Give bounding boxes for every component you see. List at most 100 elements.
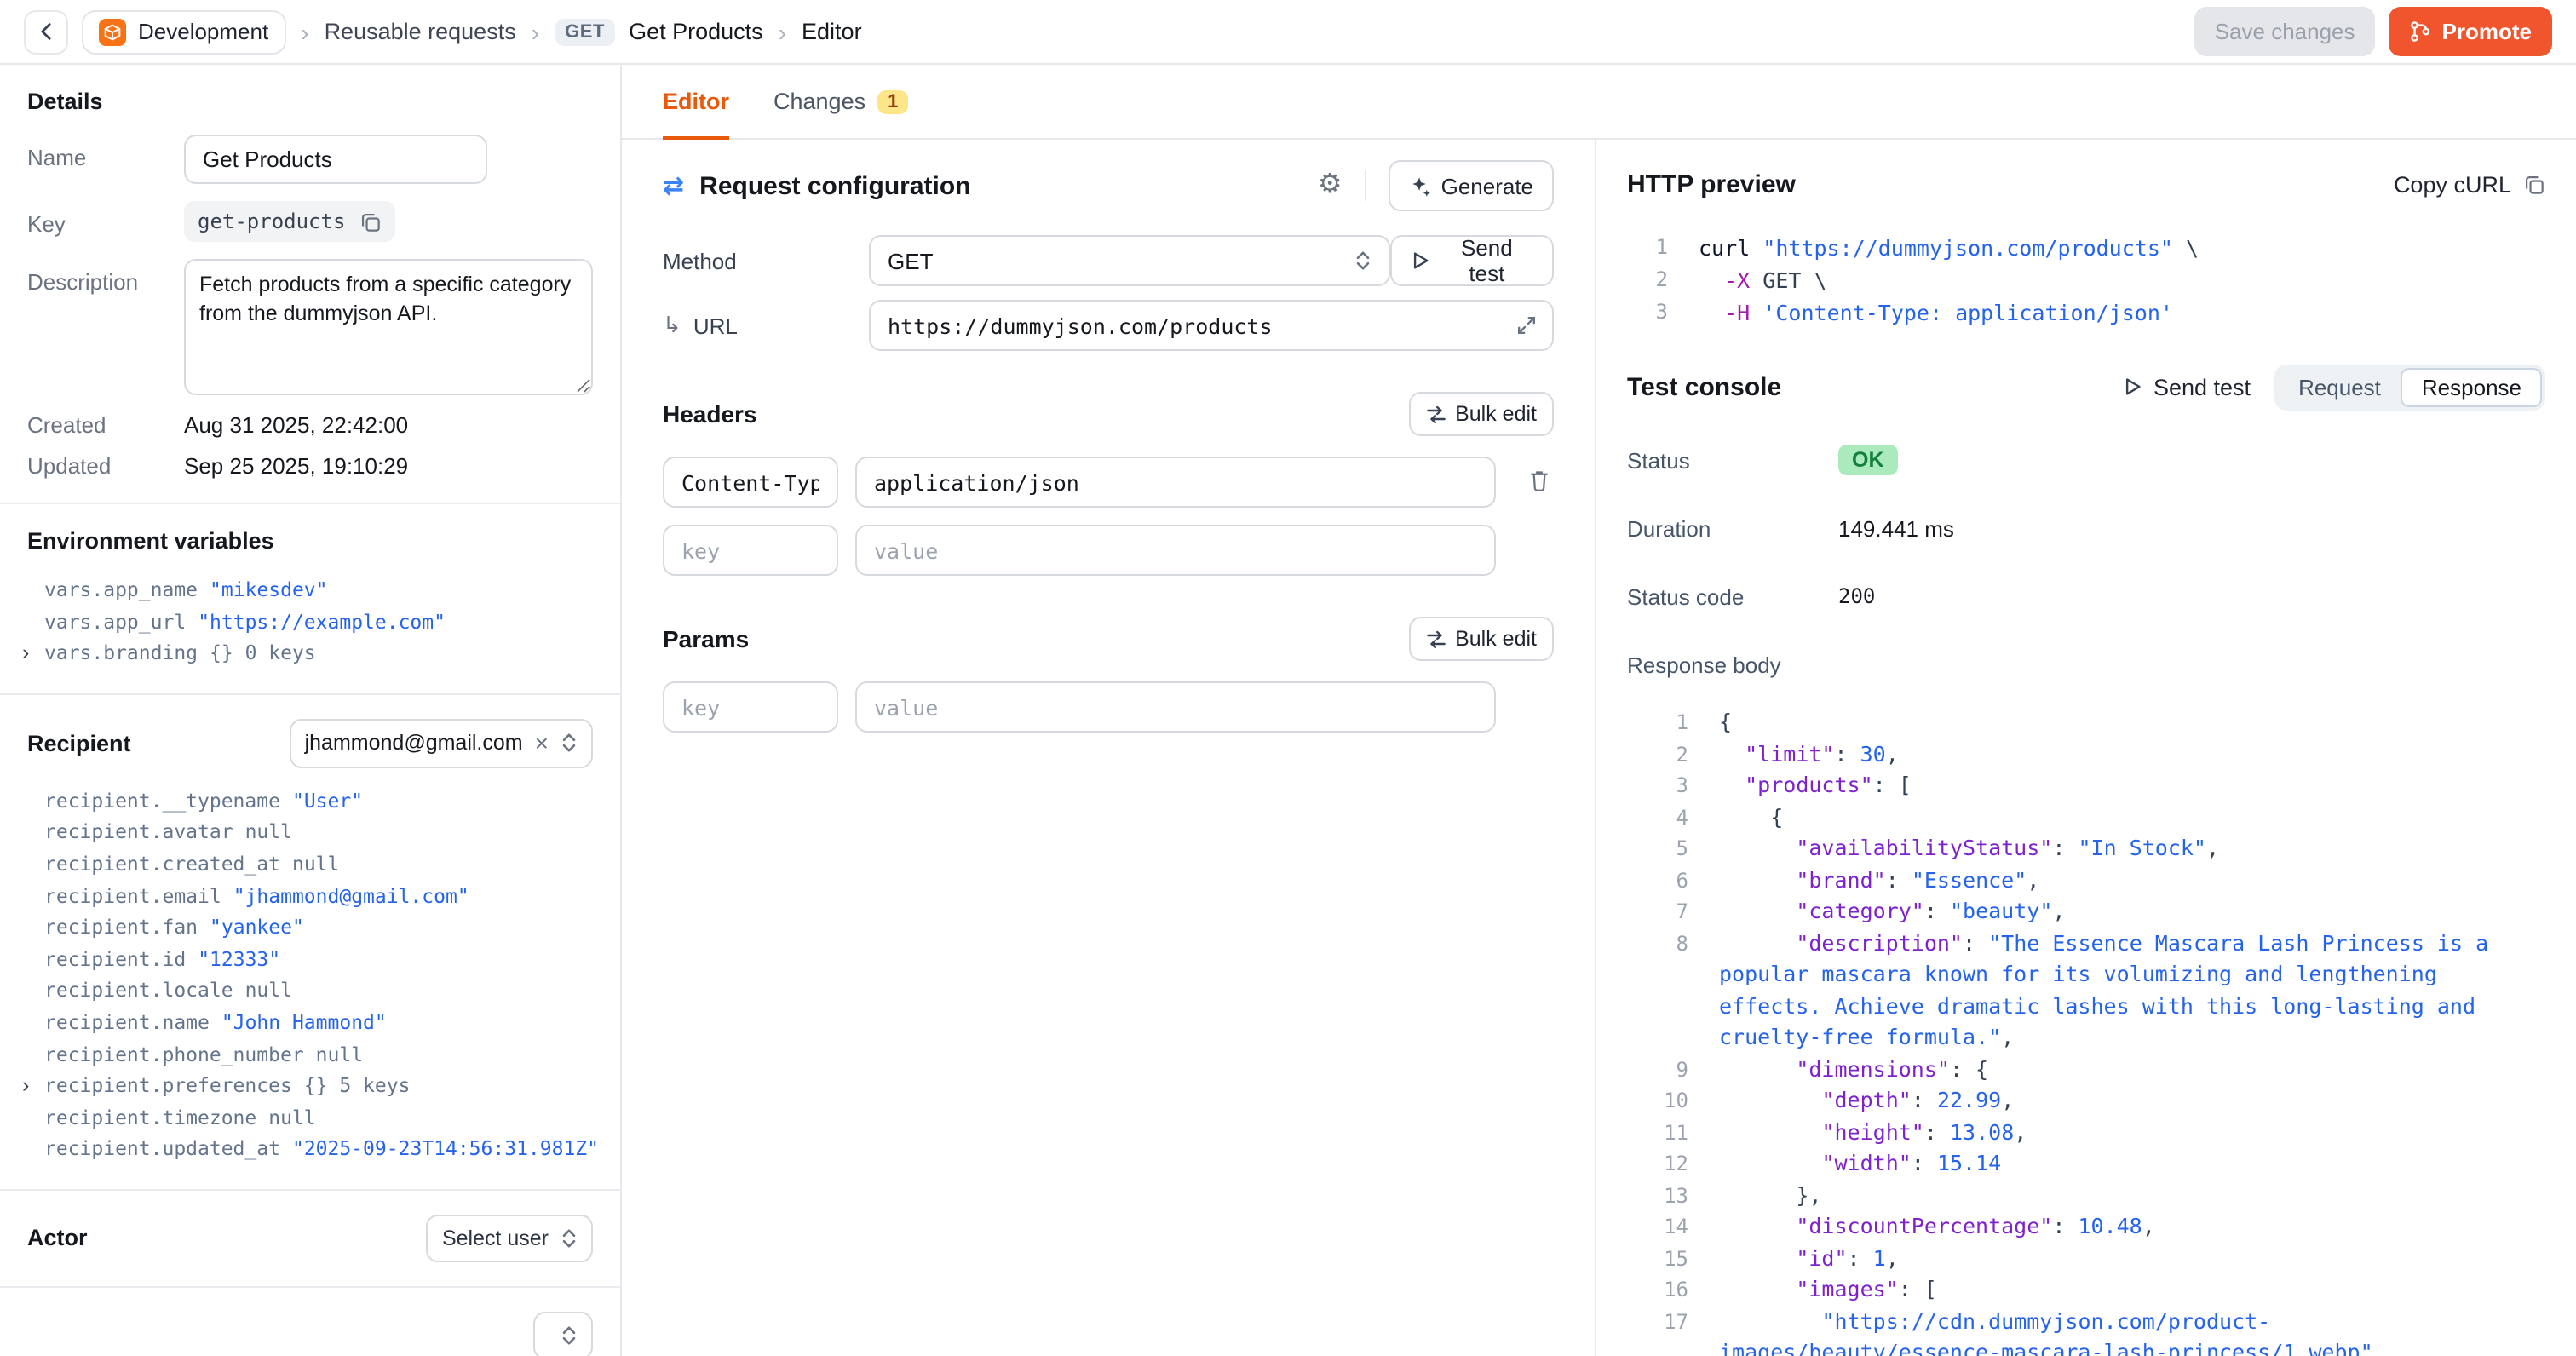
chevron-left-icon <box>35 20 57 43</box>
breadcrumb-request-name[interactable]: Get Products <box>629 19 763 44</box>
line-number: 12 <box>1627 1148 1688 1180</box>
name-label: Name <box>27 135 184 170</box>
line-number: 3 <box>1627 770 1688 802</box>
method-selected-value: GET <box>888 248 933 273</box>
environment-selector[interactable]: Development <box>82 9 285 54</box>
promote-button[interactable]: Promote <box>2389 7 2552 56</box>
header-value-input[interactable] <box>855 457 1496 508</box>
divider <box>0 1189 620 1191</box>
params-bulk-edit-button[interactable]: Bulk edit <box>1409 617 1554 661</box>
variable-row[interactable]: ›recipient.preferences{} 5 keys <box>27 1070 593 1101</box>
method-select[interactable]: GET <box>869 235 1391 286</box>
expand-chevron-icon[interactable]: › <box>22 1070 29 1101</box>
actor-section-header: Actor Select user <box>27 1215 593 1262</box>
generate-button[interactable]: Generate <box>1389 160 1554 211</box>
line-number: 9 <box>1627 1054 1688 1085</box>
request-editor-panel: ⇄ Request configuration ⚙ Generate Metho… <box>622 140 1596 1356</box>
variable-value: null <box>268 1101 315 1133</box>
headers-bulk-edit-button[interactable]: Bulk edit <box>1409 392 1554 436</box>
param-key-input[interactable] <box>663 681 838 733</box>
copy-key-button[interactable] <box>359 210 381 233</box>
variable-value: "2025-09-23T14:56:31.981Z" <box>292 1134 599 1165</box>
created-value: Aug 31 2025, 22:42:00 <box>184 412 408 438</box>
header-row-empty <box>663 525 1554 576</box>
headers-title: Headers <box>663 400 757 428</box>
url-input[interactable] <box>869 300 1554 351</box>
variable-row[interactable]: ›vars.branding{} 0 keys <box>27 637 593 669</box>
editor-tabs: Editor Changes 1 <box>622 65 2576 140</box>
actor-select[interactable]: Select user <box>427 1215 593 1262</box>
breadcrumb-reusable-requests[interactable]: Reusable requests <box>325 19 516 44</box>
actor-select-placeholder: Select user <box>442 1227 549 1250</box>
line-number: 8 <box>1627 928 1688 959</box>
variable-value: null <box>245 975 292 1007</box>
line-number: 5 <box>1627 833 1688 865</box>
variable-value: "yankee" <box>210 911 304 943</box>
expand-icon[interactable] <box>1516 315 1537 336</box>
environment-variables-title: Environment variables <box>27 528 593 554</box>
header-key-input[interactable] <box>663 525 838 576</box>
variable-key: recipient.id <box>44 944 186 975</box>
line-number: 13 <box>1627 1180 1688 1211</box>
tab-changes[interactable]: Changes 1 <box>773 65 908 138</box>
settings-gear-icon[interactable]: ⚙ <box>1318 172 1343 199</box>
changes-count-badge: 1 <box>877 89 908 113</box>
code-line: 10 "depth": 22.99, <box>1627 1085 2545 1117</box>
test-console-title: Test console <box>1627 372 1781 401</box>
cutoff-section-header <box>27 1312 593 1356</box>
variable-row: recipient.timezonenull <box>27 1101 593 1133</box>
tab-editor[interactable]: Editor <box>663 65 729 138</box>
divider <box>0 693 620 695</box>
request-tab[interactable]: Request <box>2278 367 2401 406</box>
variable-key: recipient.fan <box>44 911 198 943</box>
cutoff-select[interactable] <box>533 1312 593 1356</box>
header-key-input[interactable] <box>663 457 838 508</box>
recipient-combobox[interactable]: jhammond@gmail.com × <box>290 719 593 768</box>
line-number: 1 <box>1627 232 1668 264</box>
send-test-button[interactable]: Send test <box>1391 235 1554 286</box>
line-number: 2 <box>1627 264 1668 296</box>
http-preview-panel: HTTP preview Copy cURL 1curl "https://du… <box>1596 140 2576 1356</box>
back-button[interactable] <box>24 9 68 54</box>
line-number: 16 <box>1627 1274 1688 1306</box>
promote-branch-icon <box>2410 20 2432 43</box>
copy-curl-button[interactable]: Copy cURL <box>2394 171 2545 197</box>
save-changes-button[interactable]: Save changes <box>2194 7 2376 56</box>
code-line: 7 "category": "beauty", <box>1627 896 2545 928</box>
clear-recipient-icon[interactable]: × <box>535 732 549 756</box>
variable-row: vars.app_name"mikesdev" <box>27 574 593 606</box>
chevron-up-down-icon <box>561 1227 578 1250</box>
status-code-value: 200 <box>1838 584 1875 608</box>
console-send-test-button[interactable]: Send test <box>2123 374 2251 399</box>
variable-row: recipient.id"12333" <box>27 944 593 975</box>
delete-header-button[interactable] <box>1528 468 1550 492</box>
code-line: 9 "dimensions": { <box>1627 1054 2545 1085</box>
swap-arrows-icon: ⇄ <box>663 170 684 201</box>
param-value-input[interactable] <box>855 681 1496 733</box>
code-line: 11 "height": 13.08, <box>1627 1117 2545 1148</box>
name-field-row: Name <box>27 135 593 184</box>
chevron-right-icon: › <box>530 20 541 43</box>
variable-key: vars.app_url <box>44 606 186 637</box>
code-line: 14 "discountPercentage": 10.48, <box>1627 1211 2545 1243</box>
line-number: 11 <box>1627 1117 1688 1148</box>
request-config-title: Request configuration <box>699 171 970 200</box>
name-input[interactable] <box>184 135 487 184</box>
response-tab[interactable]: Response <box>2401 367 2542 406</box>
description-textarea[interactable]: Fetch products from a specific category … <box>184 259 593 395</box>
request-response-toggle: Request Response <box>2274 364 2545 410</box>
divider <box>0 503 620 504</box>
param-row-empty <box>663 681 1554 733</box>
variable-value: "mikesdev" <box>210 574 328 606</box>
environment-variables-list: vars.app_name"mikesdev"vars.app_url"http… <box>27 574 593 669</box>
line-number: 7 <box>1627 896 1688 928</box>
variable-value: null <box>292 848 339 880</box>
variable-key: recipient.email <box>44 880 221 911</box>
console-actions: Send test Request Response <box>2123 364 2545 410</box>
header-value-input[interactable] <box>855 525 1496 576</box>
line-number: 10 <box>1627 1085 1688 1117</box>
variable-row: recipient.localenull <box>27 975 593 1007</box>
response-body-label: Response body <box>1627 652 1838 677</box>
updated-label: Updated <box>27 453 184 479</box>
expand-chevron-icon[interactable]: › <box>22 637 29 669</box>
